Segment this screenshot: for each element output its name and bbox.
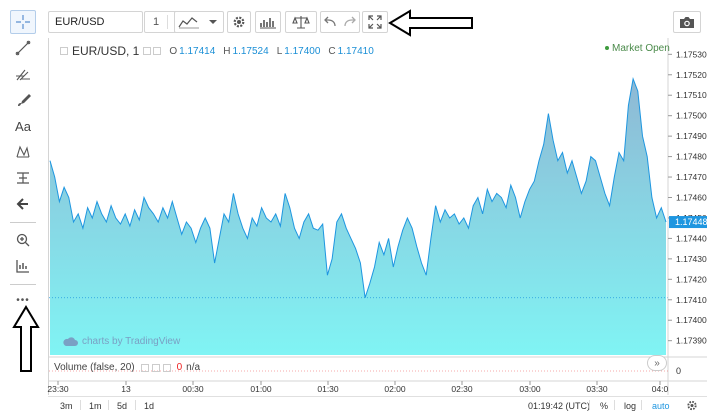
bottom-divider <box>589 400 590 410</box>
price-tick-label: 1.17480 <box>676 152 707 162</box>
range-divider <box>80 400 81 410</box>
scroll-to-realtime-button[interactable]: » <box>647 355 667 371</box>
time-tick-label: 01:30 <box>317 384 339 394</box>
legend-close-label: C <box>328 45 336 57</box>
time-tick-label: 03:30 <box>586 384 608 394</box>
auto-toggle[interactable]: auto <box>652 399 670 412</box>
bottom-divider <box>641 400 642 410</box>
time-tick-label: 02:30 <box>451 384 473 394</box>
double-chevron-right-icon: » <box>654 357 660 369</box>
legend-eye-icon[interactable] <box>143 47 152 55</box>
price-tick-label: 1.17420 <box>676 274 707 284</box>
bottom-toolbar: 3m 1m 5d 1d 01:19:42 (UTC) % log auto <box>48 396 707 413</box>
watermark-text: charts by TradingView <box>82 336 181 347</box>
market-status: Market Open <box>605 43 670 54</box>
chart-legend: EUR/USD, 1 O 1.17414 H 1.17524 L 1.17400… <box>56 43 374 59</box>
legend-high-value: 1.17524 <box>232 45 269 57</box>
price-tick-label: 1.17400 <box>676 315 707 325</box>
time-tick-label: 00:30 <box>182 384 204 394</box>
time-tick-label: 02:00 <box>384 384 406 394</box>
range-5d-button[interactable]: 5d <box>117 399 127 412</box>
legend-symbol: EUR/USD, 1 <box>72 44 140 58</box>
volume-legend: Volume (false, 20) 0 n/a <box>54 362 200 373</box>
volume-value: 0 <box>176 362 183 373</box>
legend-low-value: 1.17400 <box>284 45 321 57</box>
volume-axis-label: 0 <box>676 366 681 376</box>
price-tick-label: 1.17520 <box>676 70 707 80</box>
annotation-arrow-up <box>12 305 40 372</box>
tradingview-watermark[interactable]: charts by TradingView <box>62 336 180 347</box>
price-tick-label: 1.17500 <box>676 111 707 121</box>
range-divider <box>108 400 109 410</box>
log-toggle[interactable]: log <box>624 399 636 412</box>
volume-title: Volume (false, 20) <box>54 362 135 373</box>
volume-eye-icon[interactable] <box>140 363 149 372</box>
price-tick-label: 1.17510 <box>676 90 707 100</box>
range-1m-button[interactable]: 1m <box>89 399 102 412</box>
range-1d-button[interactable]: 1d <box>144 399 154 412</box>
legend-settings-icon[interactable] <box>153 47 162 55</box>
legend-high-label: H <box>223 45 231 57</box>
time-tick-label: 01:00 <box>250 384 272 394</box>
status-dot-icon <box>605 46 609 51</box>
range-divider <box>135 400 136 410</box>
price-tick-label: 1.17490 <box>676 131 707 141</box>
legend-open-label: O <box>169 45 178 57</box>
svg-text:1.17448: 1.17448 <box>675 217 707 227</box>
bottom-divider <box>614 400 615 410</box>
price-area <box>50 78 666 356</box>
clock-text[interactable]: 01:19:42 (UTC) <box>528 399 590 412</box>
price-tick-label: 1.17470 <box>676 172 707 182</box>
price-tick-label: 1.17530 <box>676 49 707 59</box>
price-tick-label: 1.17410 <box>676 295 707 305</box>
price-tick-label: 1.17430 <box>676 254 707 264</box>
percent-toggle[interactable]: % <box>600 399 608 412</box>
time-tick-label: 03:00 <box>519 384 541 394</box>
collapse-legend-icon[interactable] <box>60 47 68 55</box>
time-tick-label: 04:0 <box>652 384 669 394</box>
time-tick-label: 23:30 <box>47 384 69 394</box>
price-axis[interactable]: 1.17530 1.17520 1.17510 1.17500 1.17490 1.174… <box>668 49 707 346</box>
price-tick-label: 1.17460 <box>676 193 707 203</box>
volume-close-icon[interactable] <box>162 363 171 372</box>
market-status-text: Market Open <box>612 43 670 54</box>
range-3m-button[interactable]: 3m <box>60 399 73 412</box>
time-axis[interactable]: 23:30 13 00:30 01:00 01:30 02:00 02:30 03:00 03:… <box>47 381 669 394</box>
price-chart[interactable]: 1.17530 1.17520 1.17510 1.17500 1.17490 1.174… <box>0 0 707 413</box>
legend-open-value: 1.17414 <box>179 45 216 57</box>
legend-low-label: L <box>276 45 283 57</box>
volume-settings-icon[interactable] <box>151 363 160 372</box>
time-tick-label: 13 <box>121 384 131 394</box>
legend-close-value: 1.17410 <box>337 45 374 57</box>
price-tick-label: 1.17390 <box>676 336 707 346</box>
volume-na: n/a <box>186 362 201 373</box>
gear-icon[interactable] <box>686 399 698 412</box>
cloud-icon <box>63 336 78 346</box>
price-tick-label: 1.17440 <box>676 233 707 243</box>
last-price-label: 1.17448 <box>669 216 707 229</box>
